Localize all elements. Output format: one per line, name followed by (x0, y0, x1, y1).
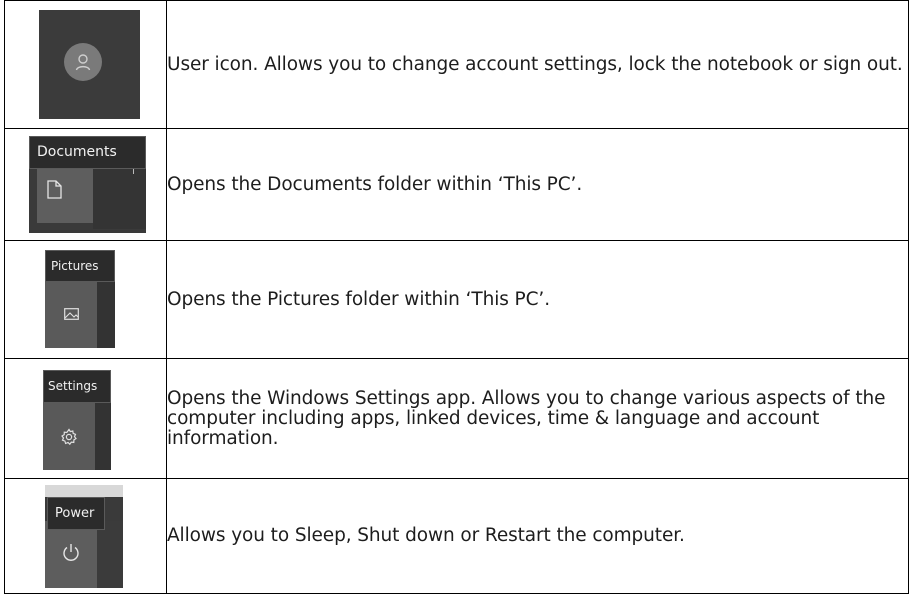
documents-tile-screenshot: Documents (29, 136, 146, 233)
tooltip: Power (47, 497, 105, 530)
row-description: Opens the Documents folder within ‘This … (167, 173, 583, 195)
adjacent-tile (93, 169, 146, 229)
gear-icon (61, 428, 77, 446)
power-tile-screenshot: Power (45, 485, 123, 588)
table-row: Pictures Opens the Pictures folder withi… (4, 240, 909, 359)
pictures-tile-screenshot: Pictures (45, 250, 115, 348)
description-cell: Opens the Documents folder within ‘This … (166, 128, 909, 241)
user-tile-screenshot (39, 10, 140, 119)
documents-tile (37, 169, 93, 223)
row-description: Allows you to Sleep, Shut down or Restar… (167, 525, 685, 546)
screenshot-cell: Pictures (4, 240, 167, 359)
description-cell: Opens the Windows Settings app. Allows y… (166, 358, 909, 479)
tooltip: Documents (29, 136, 146, 169)
start-menu-reference-table: User icon. Allows you to change account … (4, 0, 909, 594)
adjacent-tile (97, 521, 123, 588)
screenshot-cell: Documents (4, 128, 167, 241)
screenshot-cell: Settings (4, 358, 167, 479)
picture-icon (64, 308, 79, 320)
settings-tile (43, 403, 95, 470)
divider (133, 169, 140, 174)
tooltip: Pictures (45, 250, 115, 282)
adjacent-tile (97, 282, 115, 348)
document-icon (47, 180, 62, 199)
table-row: Power Allows you to Sleep, Shut down or … (4, 478, 909, 594)
power-tile (45, 521, 97, 588)
screenshot-cell: Power (4, 478, 167, 594)
tooltip: Settings (43, 370, 111, 403)
row-description: Opens the Windows Settings app. Allows y… (167, 387, 886, 449)
row-description: Opens the Pictures folder within ‘This P… (167, 288, 550, 310)
description-cell: User icon. Allows you to change account … (166, 0, 909, 129)
table-row: Settings Opens the Windows Settings app.… (4, 358, 909, 479)
settings-tile-screenshot: Settings (43, 370, 111, 470)
adjacent-tile (95, 403, 111, 470)
table-row: User icon. Allows you to change account … (4, 0, 909, 129)
user-icon (75, 54, 91, 71)
description-cell: Allows you to Sleep, Shut down or Restar… (166, 478, 909, 594)
row-description: User icon. Allows you to change account … (167, 53, 903, 75)
screenshot-cell (4, 0, 167, 129)
partial-tile-edge (45, 485, 123, 497)
description-cell: Opens the Pictures folder within ‘This P… (166, 240, 909, 359)
pictures-tile (45, 282, 97, 348)
power-icon (63, 544, 79, 561)
table-row: Documents Opens the Documents folder wit… (4, 128, 909, 241)
avatar (64, 43, 102, 81)
